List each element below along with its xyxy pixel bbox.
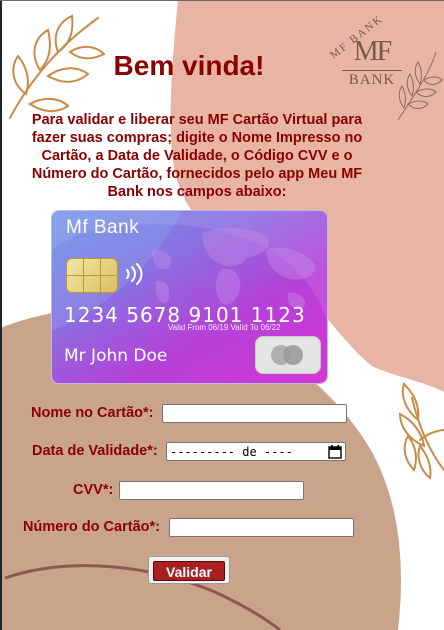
mastercard-icon	[255, 336, 321, 374]
intro-text: Para validar e liberar seu MF Cartão Vir…	[31, 112, 363, 200]
calendar-icon[interactable]	[328, 444, 342, 459]
card-holder-name: Mr John Doe	[64, 346, 168, 366]
name-input[interactable]	[162, 404, 347, 423]
expiry-date-label: Data de Validade*:	[32, 443, 158, 459]
cvv-input[interactable]	[119, 481, 304, 500]
date-placeholder: --------- de ----	[170, 444, 293, 459]
leaf-branch-right	[398, 382, 444, 480]
page: MF BANK MF BANK Bem vinda! Para validar …	[0, 0, 444, 630]
validate-button-frame: Validar	[148, 556, 230, 584]
window-edge	[0, 0, 2, 630]
card-validity: Valid From 06/19 Valid To 06/22	[168, 323, 281, 332]
contactless-icon	[126, 263, 143, 285]
validate-button[interactable]: Validar	[153, 561, 225, 581]
window-top-edge	[0, 0, 444, 1]
page-title: Bem vinda!	[113, 50, 265, 81]
chip-icon	[66, 258, 118, 293]
credit-card-image: Mf Bank 1234 5678 9101 1123 Valid From 0…	[52, 211, 327, 383]
name-label: Nome no Cartão*:	[31, 405, 154, 421]
cvv-label: CVV*:	[73, 482, 114, 498]
card-number-input[interactable]	[169, 518, 354, 537]
card-brand: Mf Bank	[66, 217, 140, 238]
expiry-date-input[interactable]: --------- de ----	[166, 442, 346, 461]
card-number-label: Número do Cartão*:	[23, 519, 160, 535]
